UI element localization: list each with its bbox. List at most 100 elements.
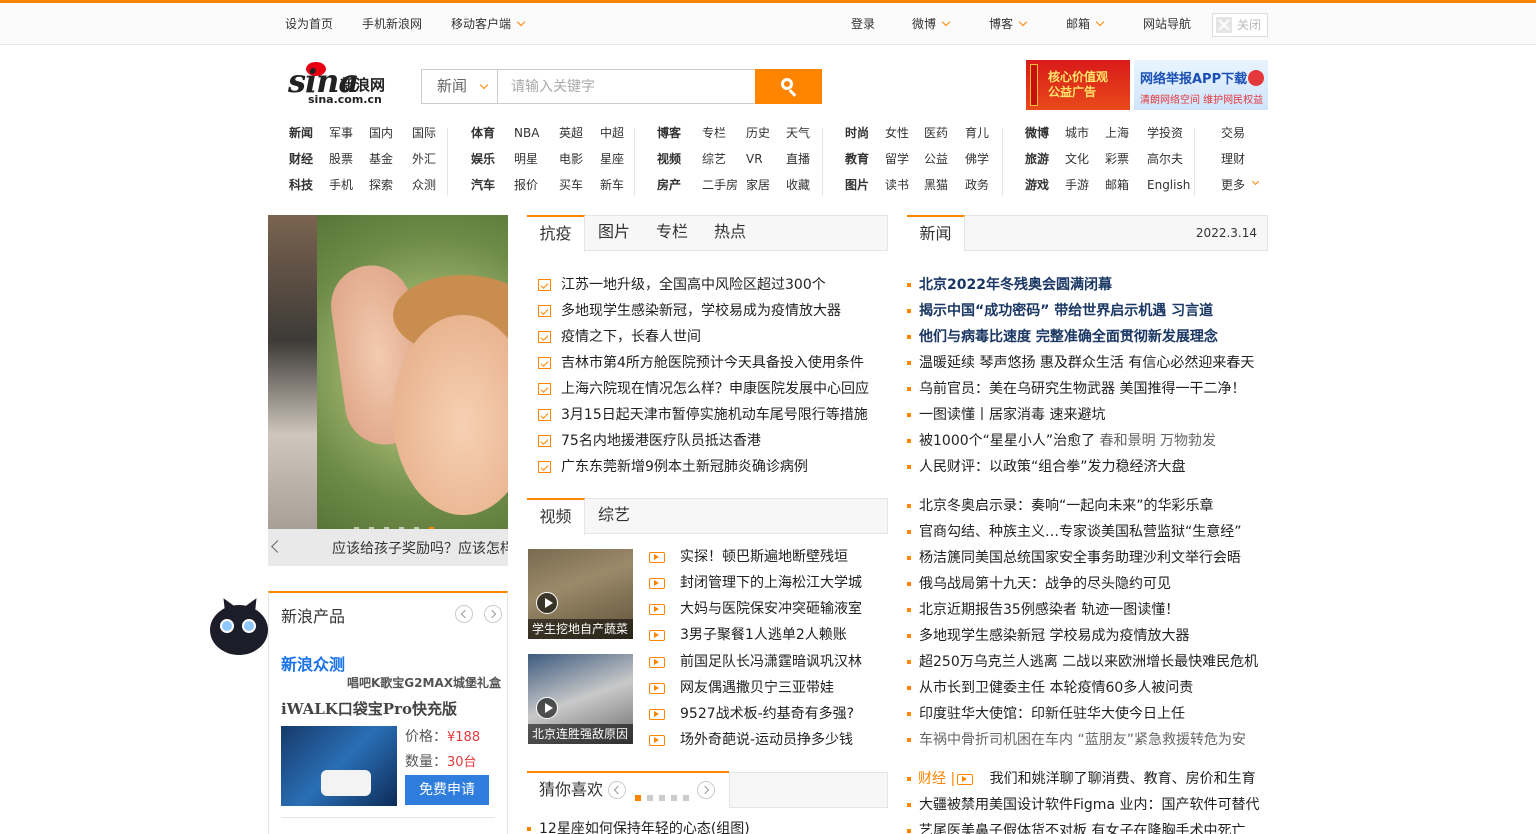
news-item[interactable]: 印度驻华大使馆：印新任驻华大使今日上任 [907, 701, 1258, 727]
nav-link[interactable]: 黑猫 [924, 176, 948, 194]
nav-link[interactable]: 外汇 [412, 150, 436, 168]
nav-link[interactable]: 新车 [600, 176, 624, 194]
nav-link[interactable]: 政务 [965, 176, 989, 194]
nav-link[interactable]: 报价 [514, 176, 538, 194]
nav-link[interactable]: 综艺 [702, 150, 726, 168]
nav-link[interactable]: 时尚 [845, 124, 869, 142]
black-cat-mascot[interactable] [206, 594, 268, 659]
video-thumb[interactable]: 学生挖地自产蔬菜 [528, 549, 633, 639]
nav-link[interactable]: 博客 [657, 124, 681, 142]
guess-dot[interactable] [683, 795, 689, 801]
headline-item[interactable]: 揭示中国“成功密码” 带给世界启示机遇 习言道 [907, 298, 1254, 324]
guess-item[interactable]: 12星座如何保持年轻的心态(组图) [527, 816, 750, 834]
nav-link[interactable]: 基金 [369, 150, 393, 168]
nav-link[interactable]: 买车 [559, 176, 583, 194]
mobile-sina-link[interactable]: 手机新浪网 [362, 16, 422, 32]
nav-link[interactable]: 娱乐 [471, 150, 495, 168]
nav-link[interactable]: 彩票 [1105, 150, 1129, 168]
video-news-item[interactable]: 前国足队长冯潇霆暗讽巩汉林 [646, 649, 862, 675]
mobile-client-menu[interactable]: 移动客户端 [451, 16, 526, 32]
news-item[interactable]: 从市长到卫健委主任 本轮疫情60多人被问责 [907, 675, 1258, 701]
login-link[interactable]: 登录 [851, 16, 875, 32]
nav-link[interactable]: 股票 [329, 150, 353, 168]
nav-link[interactable]: VR [746, 150, 763, 168]
nav-link[interactable]: 旅游 [1025, 150, 1049, 168]
nav-link[interactable]: 图片 [845, 176, 869, 194]
nav-link[interactable]: 明星 [514, 150, 538, 168]
close-button[interactable]: 关闭 [1212, 13, 1268, 37]
epidemic-news-item[interactable]: 多地现学生感染新冠，学校易成为疫情放大器 [527, 298, 869, 324]
chevron-left-icon[interactable] [271, 540, 284, 553]
chevron-left-icon[interactable] [455, 605, 473, 623]
tab-epidemic[interactable]: 抗疫 [527, 215, 585, 252]
nav-link[interactable]: 理财 [1221, 150, 1245, 168]
news-item[interactable]: 官商勾结、种族主义…专家谈美国私营监狱“生意经” [907, 519, 1258, 545]
nav-link[interactable]: 佛学 [965, 150, 989, 168]
nav-link[interactable]: 天气 [786, 124, 810, 142]
site-nav-link[interactable]: 网站导航 [1143, 16, 1191, 32]
news-item[interactable]: 一图读懂丨居家消毒 速来避坑 [907, 402, 1254, 428]
chevron-left-icon[interactable] [608, 781, 626, 799]
nav-link[interactable]: 英超 [559, 124, 583, 142]
video-news-item[interactable]: 网友偶遇撒贝宁三亚带娃 [646, 675, 862, 701]
slide-caption[interactable]: 应该给孩子奖励吗？应该怎样 [332, 538, 508, 558]
mail-menu[interactable]: 邮箱 [1066, 16, 1105, 32]
nav-link[interactable]: 财经 [289, 150, 313, 168]
nav-link[interactable]: 科技 [289, 176, 313, 194]
news-item[interactable]: 杨洁篪同美国总统国家安全事务助理沙利文举行会晤 [907, 545, 1258, 571]
nav-link[interactable]: 历史 [746, 124, 770, 142]
nav-link[interactable]: 汽车 [471, 176, 495, 194]
news-item[interactable]: 车祸中骨折司机困在车内 “蓝朋友”紧急救援转危为安 [907, 727, 1258, 753]
nav-link[interactable]: 高尔夫 [1147, 150, 1183, 168]
photo-slideshow[interactable]: 应该给孩子奖励吗？应该怎样 [268, 215, 508, 566]
nav-link[interactable]: 微博 [1025, 124, 1049, 142]
chevron-right-icon[interactable] [697, 781, 715, 799]
epidemic-news-item[interactable]: 3月15日起天津市暂停实施机动车尾号限行等措施 [527, 402, 869, 428]
finance-news-item[interactable]: 财经 | 我们和姚洋聊了聊消费、教育、房价和生育 [907, 766, 1256, 792]
epidemic-news-item[interactable]: 75名内地援港医疗队员抵达香港 [527, 428, 869, 454]
guess-dot[interactable] [647, 795, 653, 801]
video-news-item[interactable]: 大妈与医院保安冲突砸输液室 [646, 596, 862, 622]
epidemic-news-item[interactable]: 疫情之下，长春人世间 [527, 324, 869, 350]
set-home-link[interactable]: 设为首页 [285, 16, 333, 32]
epidemic-news-item[interactable]: 吉林市第4所方舱医院预计今天具备投入使用条件 [527, 350, 869, 376]
nav-link[interactable]: 家居 [746, 176, 770, 194]
nav-link[interactable]: 教育 [845, 150, 869, 168]
news-item[interactable]: 北京近期报告35例感染者 轨迹一图读懂！ [907, 597, 1258, 623]
video-news-item[interactable]: 封闭管理下的上海松江大学城 [646, 570, 862, 596]
nav-link[interactable]: 二手房 [702, 176, 738, 194]
news-item[interactable]: 艺尾医美鼻子假体货不对板 有女子在隆胸手术中死亡 [907, 818, 1259, 834]
tab-variety[interactable]: 综艺 [588, 498, 640, 534]
video-news-item[interactable]: 实探！顿巴斯遍地断壁残垣 [646, 544, 862, 570]
headline-item[interactable]: 北京2022年冬残奥会圆满闭幕 [907, 272, 1254, 298]
nav-link[interactable]: 国际 [412, 124, 436, 142]
tab-video[interactable]: 视频 [527, 498, 585, 535]
nav-link[interactable]: 新闻 [289, 124, 313, 142]
nav-link[interactable]: 手游 [1065, 176, 1089, 194]
guess-dot[interactable] [659, 795, 665, 801]
nav-link[interactable]: 育儿 [965, 124, 989, 142]
nav-link[interactable]: 邮箱 [1105, 176, 1129, 194]
video-news-item[interactable]: 3男子聚餐1人逃单2人赖账 [646, 622, 862, 648]
nav-link[interactable]: 读书 [885, 176, 909, 194]
nav-link[interactable]: 视频 [657, 150, 681, 168]
nav-link[interactable]: 众测 [412, 176, 436, 194]
nav-link[interactable]: 女性 [885, 124, 909, 142]
headline-item[interactable]: 他们与病毒比速度 完整准确全面贯彻新发展理念 [907, 324, 1254, 350]
nav-link[interactable]: 电影 [559, 150, 583, 168]
news-item[interactable]: 俄乌战局第十九天：战争的尽头隐约可见 [907, 571, 1258, 597]
report-app-banner[interactable]: 网络举报APP下载 清朗网络空间 维护网民权益 [1134, 60, 1268, 110]
values-ad-banner[interactable]: 核心价值观 公益广告 [1026, 60, 1130, 110]
nav-link[interactable]: 星座 [600, 150, 624, 168]
nav-link[interactable]: 游戏 [1025, 176, 1049, 194]
news-item[interactable]: 人民财评：以政策“组合拳”发力稳经济大盘 [907, 454, 1254, 480]
news-item-sub[interactable]: 春和景明 万物勃发 [1095, 433, 1216, 449]
nav-link[interactable]: 上海 [1105, 124, 1129, 142]
nav-link[interactable]: English [1147, 176, 1190, 194]
video-news-item[interactable]: 场外奇葩说-运动员挣多少钱 [646, 727, 862, 753]
nav-link[interactable]: 军事 [329, 124, 353, 142]
news-item[interactable]: 温暖延续 琴声悠扬 惠及群众生活 有信心必然迎来春天 [907, 350, 1254, 376]
nav-link[interactable]: 公益 [924, 150, 948, 168]
chevron-right-icon[interactable] [484, 605, 502, 623]
nav-link[interactable]: 房产 [657, 176, 681, 194]
